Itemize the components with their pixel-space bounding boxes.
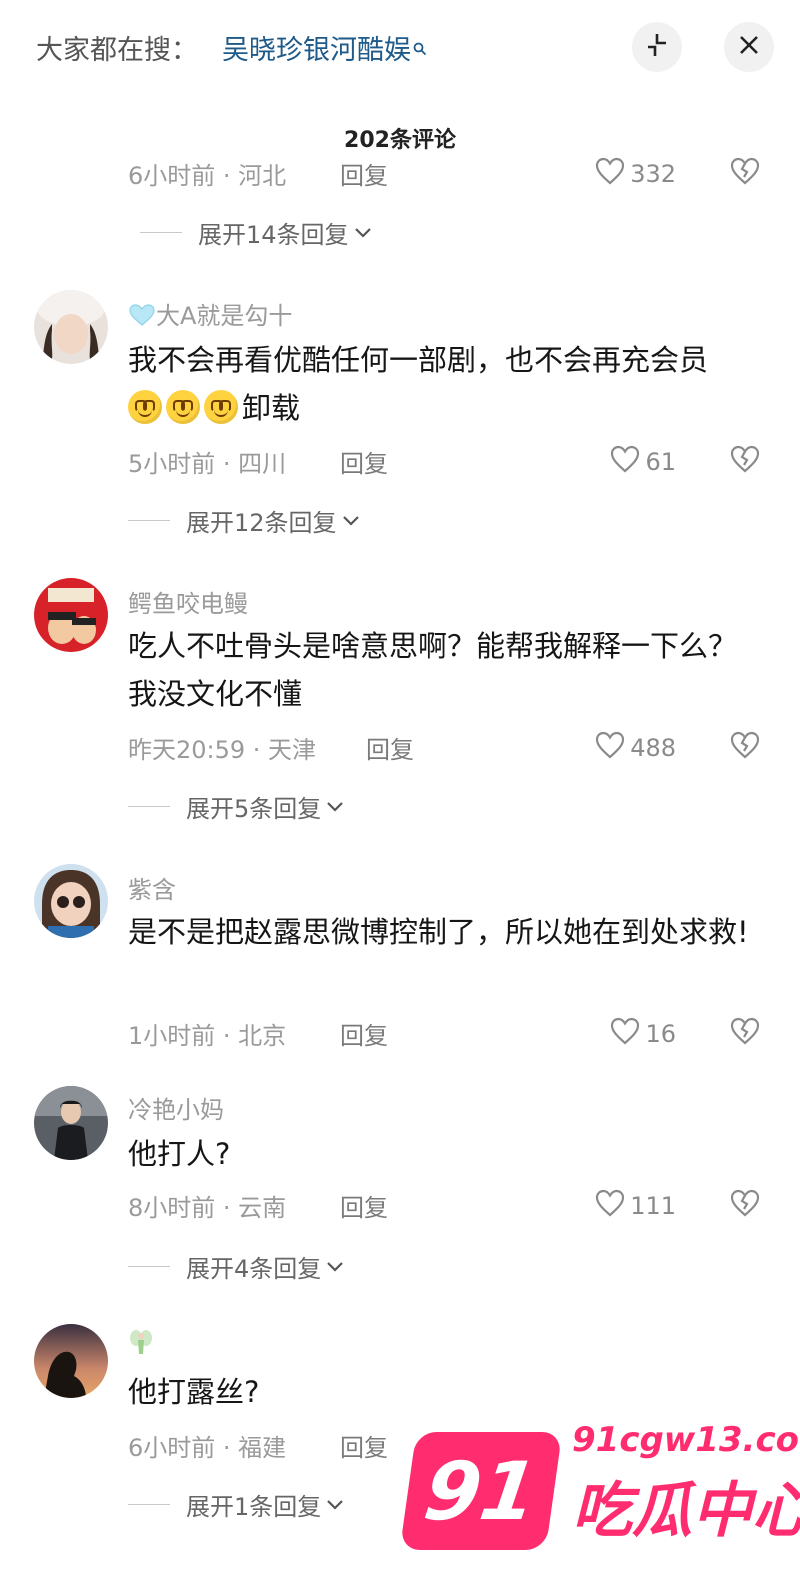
like-count: 61 — [645, 448, 676, 476]
broken-heart-icon[interactable] — [728, 156, 762, 192]
collapse-icon — [644, 32, 670, 62]
comment-time-location: 8小时前 · 云南 — [128, 1194, 287, 1222]
watermark-title: 吃瓜中心 — [572, 1476, 800, 1546]
like-count: 332 — [630, 160, 676, 188]
blush-smile-emoji-icon — [204, 390, 238, 424]
search-query-text: 吴晓珍银河酷娱 — [222, 35, 411, 66]
like-count: 16 — [645, 1020, 676, 1048]
comments-count-title: 202条评论 — [344, 128, 456, 153]
comment-meta-row: 昨天20:59 · 天津 回复 488 — [128, 730, 768, 765]
like-button[interactable]: 488 — [594, 730, 676, 766]
like-count: 111 — [630, 1192, 676, 1220]
comment-text: 我不会再看优酷任何一部剧，也不会再充会员 卸载 — [128, 336, 758, 432]
avatar[interactable] — [34, 864, 108, 938]
expand-replies-button[interactable]: 展开14条回复 — [140, 216, 373, 249]
expand-replies-label: 展开12条回复 — [186, 508, 337, 537]
expand-replies-label: 展开14条回复 — [198, 220, 349, 249]
like-button[interactable]: 111 — [594, 1188, 676, 1224]
comment-meta-row: 8小时前 · 云南 回复 111 — [128, 1188, 768, 1223]
divider-line — [128, 519, 170, 521]
divider-line — [128, 1265, 170, 1267]
chevron-down-icon — [337, 506, 361, 534]
comment-time-location: 昨天20:59 · 天津 — [128, 736, 317, 764]
broken-heart-icon[interactable] — [728, 1016, 762, 1052]
comment-text: 是不是把赵露思微博控制了，所以她在到处求救! — [128, 915, 749, 949]
comment-text: 他打人? — [128, 1137, 231, 1171]
search-icon — [413, 32, 427, 63]
expand-replies-button[interactable]: 展开1条回复 — [128, 1488, 345, 1521]
avatar[interactable] — [34, 578, 108, 652]
watermark-number: 91 — [418, 1444, 544, 1538]
comment-username[interactable] — [128, 1328, 154, 1364]
comment-time-location: 5小时前 · 四川 — [128, 450, 287, 478]
search-prefix-label: 大家都在搜： — [36, 35, 198, 66]
avatar[interactable] — [34, 1324, 108, 1398]
divider-line — [140, 231, 182, 233]
comment-body: 我不会再看优酷任何一部剧，也不会再充会员 — [128, 343, 709, 377]
heart-icon — [609, 444, 645, 480]
heart-icon — [594, 156, 630, 192]
reply-button[interactable]: 回复 — [340, 1016, 388, 1051]
like-button[interactable]: 332 — [594, 156, 676, 192]
collapse-button[interactable] — [632, 22, 682, 72]
comment-meta-row: 6小时前 · 河北 回复 332 — [128, 156, 768, 191]
reply-button[interactable]: 回复 — [340, 1428, 388, 1463]
expand-replies-button[interactable]: 展开12条回复 — [128, 504, 361, 537]
watermark-badge: 91 — [399, 1432, 563, 1550]
like-count: 488 — [630, 734, 676, 762]
comment-time-location: 6小时前 · 福建 — [128, 1434, 287, 1462]
chevron-down-icon — [349, 218, 373, 246]
reply-button[interactable]: 回复 — [366, 730, 414, 765]
expand-replies-label: 展开5条回复 — [186, 794, 322, 823]
divider-line — [128, 805, 170, 807]
avatar[interactable] — [34, 1086, 108, 1160]
close-button[interactable] — [724, 22, 774, 72]
expand-replies-button[interactable]: 展开4条回复 — [128, 1250, 345, 1283]
like-button[interactable]: 16 — [609, 1016, 676, 1052]
comment-username[interactable]: 紫含 — [128, 870, 176, 905]
comment-time-location: 6小时前 · 河北 — [128, 162, 287, 190]
blush-smile-emoji-icon — [128, 390, 162, 424]
close-icon — [738, 34, 760, 60]
comment-meta-row: 1小时前 · 北京 回复 16 — [128, 1016, 768, 1051]
comment-username[interactable]: 冷艳小妈 — [128, 1090, 224, 1125]
comment-meta-row: 5小时前 · 四川 回复 61 — [128, 444, 768, 479]
chevron-down-icon — [321, 1490, 345, 1518]
like-button[interactable]: 61 — [609, 444, 676, 480]
heart-icon — [594, 730, 630, 766]
chevron-down-icon — [321, 1252, 345, 1280]
comment-time-location: 1小时前 · 北京 — [128, 1022, 287, 1050]
avatar[interactable] — [34, 290, 108, 364]
heart-icon — [609, 1016, 645, 1052]
heart-icon — [594, 1188, 630, 1224]
top-search-bar: 大家都在搜： 吴晓珍银河酷娱 — [0, 0, 800, 92]
blush-smile-emoji-icon — [166, 390, 200, 424]
comment-body-tail: 卸载 — [242, 391, 301, 425]
watermark-url: 91cgw13.com — [572, 1420, 800, 1460]
search-query-link[interactable]: 吴晓珍银河酷娱 — [222, 28, 427, 67]
expand-replies-button[interactable]: 展开5条回复 — [128, 790, 345, 823]
comment-text: 他打露丝? — [128, 1375, 260, 1409]
comment-username[interactable]: 大A就是勾十 — [128, 296, 292, 331]
comment-text: 吃人不吐骨头是啥意思啊？能帮我解释一下么？我没文化不懂 — [128, 629, 738, 711]
expand-replies-label: 展开1条回复 — [186, 1492, 322, 1521]
reply-button[interactable]: 回复 — [340, 1188, 388, 1223]
reply-button[interactable]: 回复 — [340, 444, 388, 479]
fairy-icon — [128, 1330, 154, 1364]
broken-heart-icon[interactable] — [728, 730, 762, 766]
site-watermark: 91 91cgw13.com 吃瓜中心 — [399, 1418, 800, 1568]
broken-heart-icon[interactable] — [728, 444, 762, 480]
chevron-down-icon — [321, 792, 345, 820]
broken-heart-icon[interactable] — [728, 1188, 762, 1224]
comment-username[interactable]: 鳄鱼咬电鳗 — [128, 584, 248, 619]
expand-replies-label: 展开4条回复 — [186, 1254, 322, 1283]
light-blue-heart-icon — [128, 302, 156, 330]
divider-line — [128, 1503, 170, 1505]
reply-button[interactable]: 回复 — [340, 156, 388, 191]
